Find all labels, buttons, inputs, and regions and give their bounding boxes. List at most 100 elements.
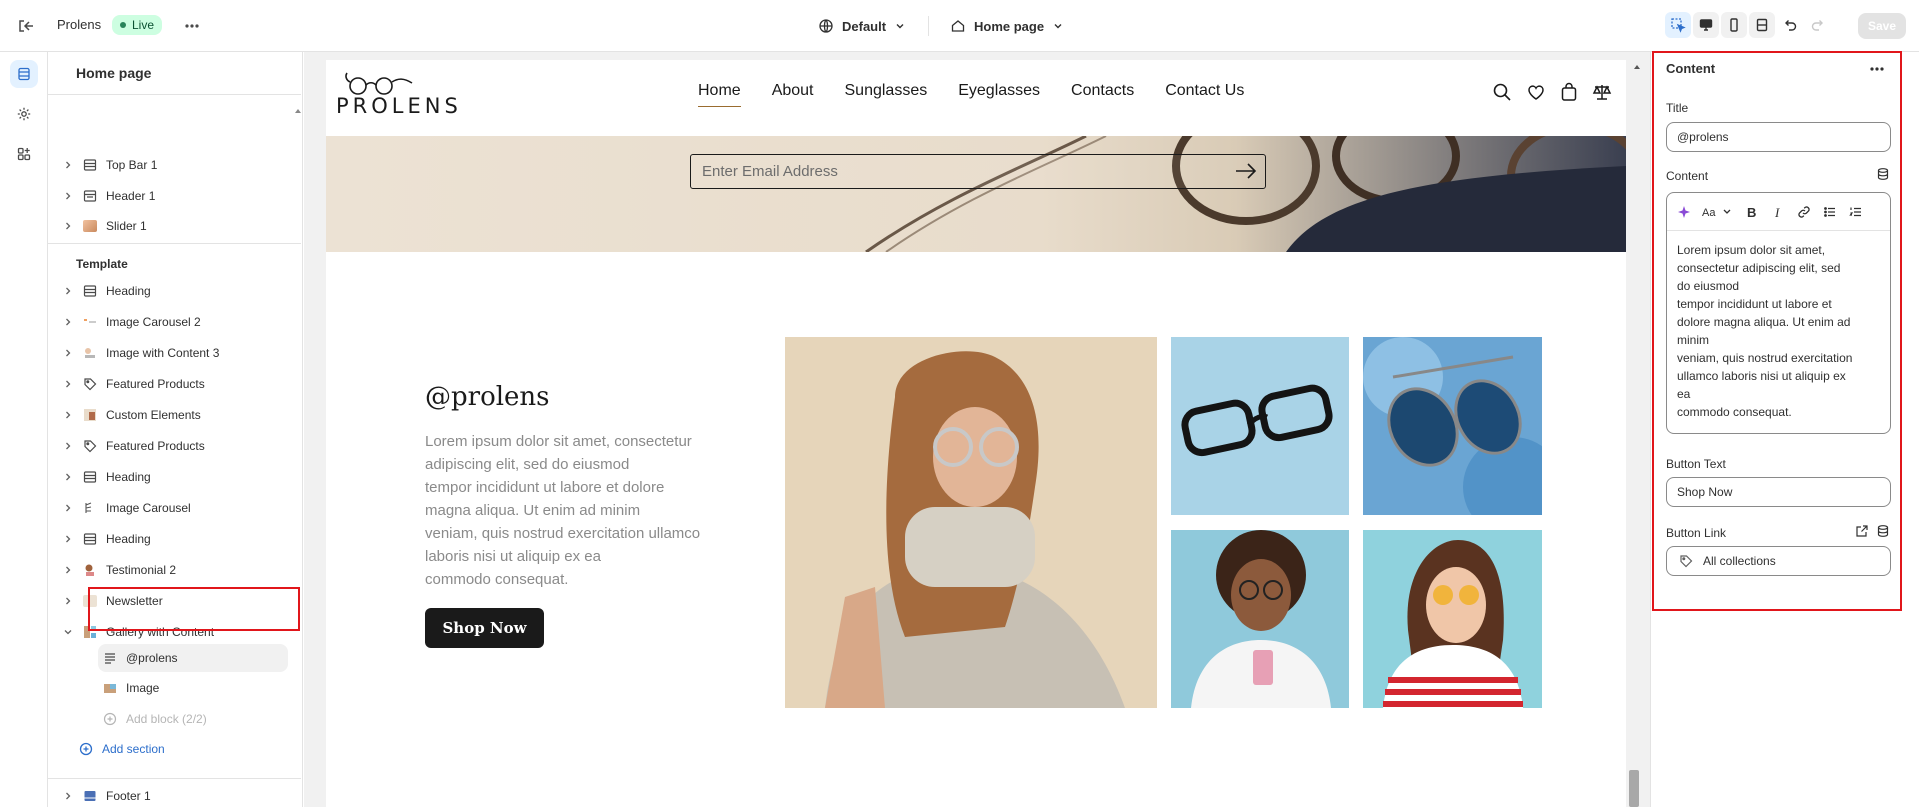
divider bbox=[928, 16, 929, 36]
chevron-right-icon[interactable] bbox=[60, 188, 76, 204]
add-block-label: Add block (2/2) bbox=[126, 712, 207, 726]
arrow-right-icon[interactable] bbox=[1235, 163, 1257, 179]
tree-item-heading-2[interactable]: Heading bbox=[48, 463, 288, 491]
undo-icon[interactable] bbox=[1777, 12, 1803, 38]
page-selector[interactable]: Home page bbox=[950, 14, 1064, 38]
gallery-title: @prolens bbox=[425, 382, 550, 412]
nav-sunglasses[interactable]: Sunglasses bbox=[845, 82, 928, 100]
tree-block-prolens[interactable]: @prolens bbox=[48, 644, 288, 672]
tree-item-label: Custom Elements bbox=[106, 408, 201, 422]
nav-about[interactable]: About bbox=[772, 82, 814, 100]
chevron-down-icon[interactable] bbox=[60, 624, 76, 640]
tree-item-top-bar[interactable]: Top Bar 1 bbox=[48, 151, 288, 179]
chevron-right-icon[interactable] bbox=[60, 157, 76, 173]
add-section-label: Add section bbox=[102, 742, 165, 756]
save-button[interactable]: Save bbox=[1858, 13, 1906, 39]
image-thumb-icon bbox=[82, 218, 98, 234]
scrollbar-track[interactable] bbox=[295, 94, 302, 807]
email-input[interactable]: Enter Email Address bbox=[690, 154, 1266, 189]
scrollbar-thumb[interactable] bbox=[1629, 770, 1639, 807]
left-rail bbox=[0, 52, 48, 807]
tree-item-label: Image bbox=[126, 681, 160, 695]
tree-item-label: Slider 1 bbox=[106, 219, 147, 233]
image-thumb-icon bbox=[82, 562, 98, 578]
image-thumb-icon bbox=[82, 500, 98, 516]
store-nav-icons bbox=[1492, 82, 1612, 102]
chevron-right-icon[interactable] bbox=[60, 218, 76, 234]
store-name: Prolens bbox=[57, 17, 102, 32]
tree-item-image-carousel[interactable]: Image Carousel bbox=[48, 494, 288, 522]
chevron-right-icon[interactable] bbox=[60, 345, 76, 361]
highlight-box-selected-block bbox=[88, 587, 300, 631]
theme-selector[interactable]: Default bbox=[818, 14, 906, 38]
chevron-right-icon[interactable] bbox=[60, 407, 76, 423]
chevron-right-icon[interactable] bbox=[60, 531, 76, 547]
fullscreen-icon[interactable] bbox=[1749, 12, 1775, 38]
store-nav: Home About Sunglasses Eyeglasses Contact… bbox=[698, 82, 1244, 107]
tree-item-image-with-content-3[interactable]: Image with Content 3 bbox=[48, 339, 288, 367]
nav-eyeglasses[interactable]: Eyeglasses bbox=[958, 82, 1040, 100]
page-label: Home page bbox=[974, 18, 1045, 34]
chevron-right-icon[interactable] bbox=[60, 469, 76, 485]
gallery-image-woman-glasses[interactable] bbox=[785, 337, 1157, 708]
tree-item-heading[interactable]: Heading bbox=[48, 277, 288, 305]
tree-item-label: Featured Products bbox=[106, 377, 205, 391]
tree-item-featured-products[interactable]: Featured Products bbox=[48, 370, 288, 398]
exit-icon[interactable] bbox=[16, 16, 36, 36]
tree-item-image-carousel-2[interactable]: Image Carousel 2 bbox=[48, 308, 288, 336]
nav-contacts[interactable]: Contacts bbox=[1071, 82, 1134, 100]
tree-item-slider[interactable]: Slider 1 bbox=[48, 212, 288, 240]
select-tool-icon[interactable] bbox=[1665, 12, 1691, 38]
tree-item-label: Header 1 bbox=[106, 189, 156, 203]
gallery-image-woman-sunglasses[interactable] bbox=[1363, 530, 1542, 708]
search-icon[interactable] bbox=[1492, 82, 1512, 102]
image-thumb-icon bbox=[82, 407, 98, 423]
tree-item-header[interactable]: Header 1 bbox=[48, 182, 288, 210]
tree-item-featured-products-2[interactable]: Featured Products bbox=[48, 432, 288, 460]
tree-block-image[interactable]: Image bbox=[48, 674, 288, 702]
shopping-bag-icon[interactable] bbox=[1560, 82, 1578, 102]
desktop-view-icon[interactable] bbox=[1693, 12, 1719, 38]
storefront-preview[interactable]: PROLENS Home About Sunglasses Eyeglasses… bbox=[326, 60, 1626, 807]
tree-item-label: @prolens bbox=[126, 651, 178, 665]
section-icon bbox=[82, 283, 98, 299]
chevron-right-icon[interactable] bbox=[60, 500, 76, 516]
chevron-right-icon[interactable] bbox=[60, 438, 76, 454]
nav-home[interactable]: Home bbox=[698, 82, 741, 107]
chevron-right-icon[interactable] bbox=[60, 376, 76, 392]
heart-icon[interactable] bbox=[1526, 82, 1546, 102]
divider bbox=[48, 778, 301, 779]
footer-icon bbox=[82, 788, 98, 804]
tree-item-heading-3[interactable]: Heading bbox=[48, 525, 288, 553]
chevron-right-icon[interactable] bbox=[60, 788, 76, 804]
sections-icon[interactable] bbox=[10, 60, 38, 88]
live-badge: Live bbox=[112, 15, 163, 35]
plus-circle-icon bbox=[102, 711, 118, 727]
gallery-image-eyeglasses[interactable] bbox=[1171, 337, 1349, 515]
tree-item-testimonial-2[interactable]: Testimonial 2 bbox=[48, 556, 288, 584]
tree-item-label: Image with Content 3 bbox=[106, 346, 220, 360]
chevron-right-icon[interactable] bbox=[60, 593, 76, 609]
chevron-right-icon[interactable] bbox=[60, 562, 76, 578]
apps-icon[interactable] bbox=[10, 140, 38, 168]
compare-scale-icon[interactable] bbox=[1592, 82, 1612, 102]
store-logo-text[interactable]: PROLENS bbox=[336, 94, 462, 118]
gallery-image-woman-phone[interactable] bbox=[1171, 530, 1349, 708]
gallery-image-sunglasses[interactable] bbox=[1363, 337, 1542, 515]
image-thumb-icon bbox=[82, 314, 98, 330]
nav-contact-us[interactable]: Contact Us bbox=[1165, 82, 1244, 100]
chevron-right-icon[interactable] bbox=[60, 314, 76, 330]
add-section-button[interactable]: Add section bbox=[48, 735, 288, 763]
tree-item-custom-elements[interactable]: Custom Elements bbox=[48, 401, 288, 429]
redo-icon[interactable] bbox=[1805, 12, 1831, 38]
preview-scrollbar[interactable] bbox=[1630, 52, 1648, 807]
shop-now-button[interactable]: Shop Now bbox=[425, 608, 544, 648]
mobile-view-icon[interactable] bbox=[1721, 12, 1747, 38]
add-block-button[interactable]: Add block (2/2) bbox=[48, 705, 288, 733]
tree-item-label: Heading bbox=[106, 284, 151, 298]
chevron-right-icon[interactable] bbox=[60, 283, 76, 299]
more-horizontal-icon[interactable] bbox=[182, 16, 202, 36]
tree-item-footer[interactable]: Footer 1 bbox=[48, 782, 288, 807]
settings-gear-icon[interactable] bbox=[10, 100, 38, 128]
preview-canvas: PROLENS Home About Sunglasses Eyeglasses… bbox=[304, 52, 1650, 807]
